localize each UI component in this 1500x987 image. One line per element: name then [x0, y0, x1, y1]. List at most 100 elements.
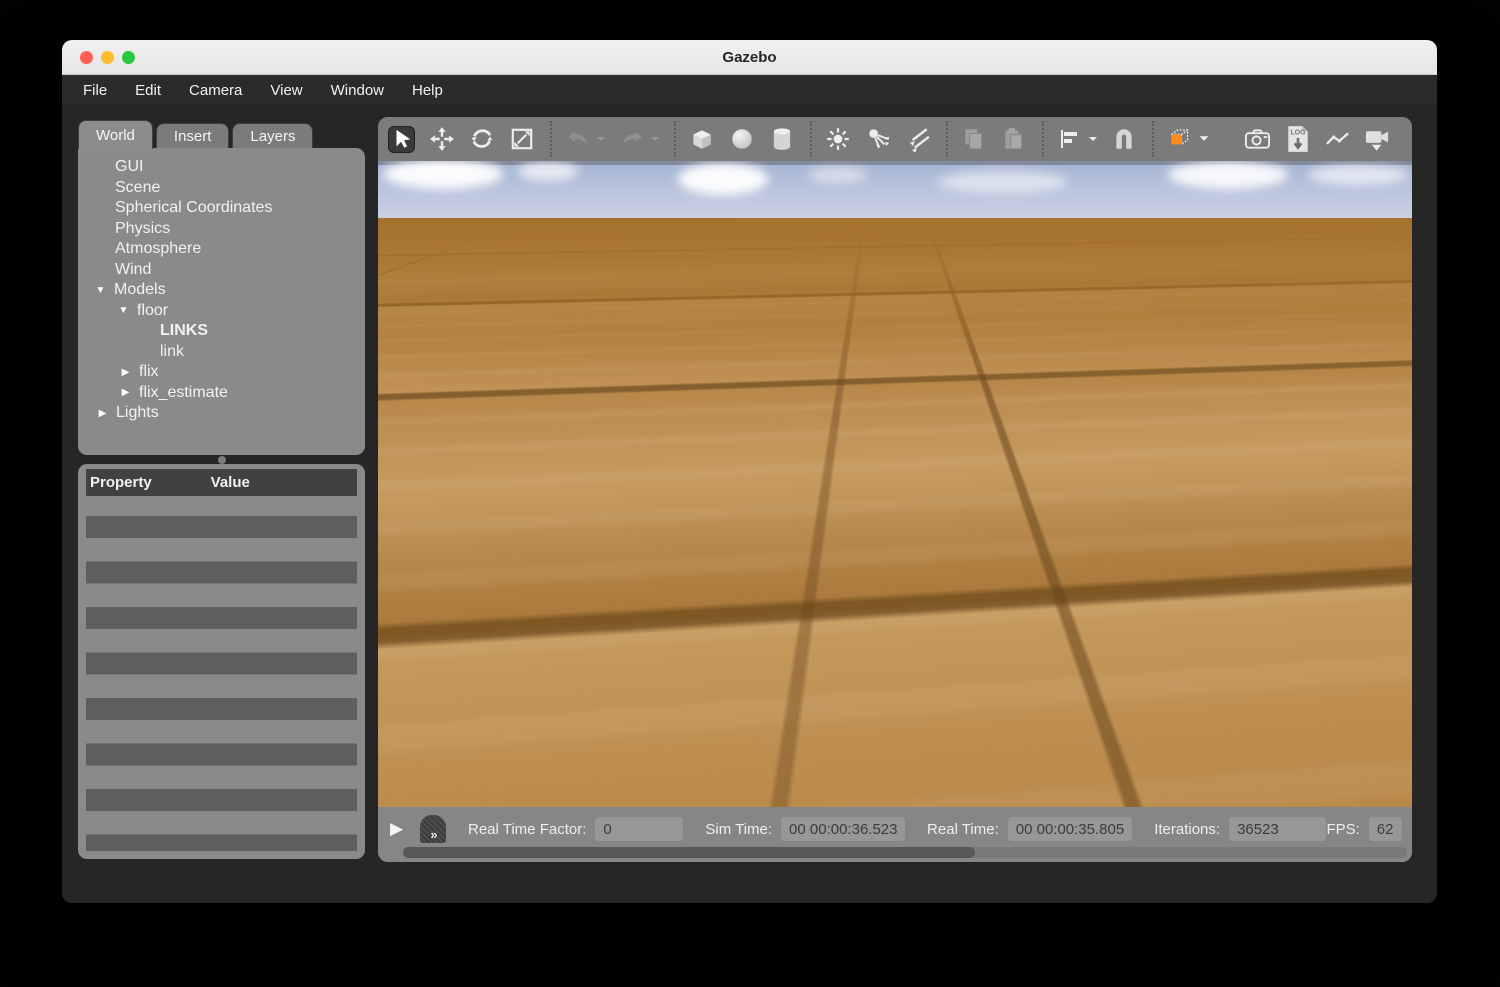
plot-button[interactable]: [1324, 126, 1351, 153]
paste-button[interactable]: [1000, 126, 1027, 153]
tree-item-lights[interactable]: ▶Lights: [78, 403, 365, 424]
video-record-button[interactable]: [1364, 126, 1391, 153]
menu-view[interactable]: View: [270, 82, 302, 99]
property-table-rows[interactable]: [86, 500, 357, 851]
property-column-header: Property: [86, 474, 211, 491]
copy-icon: [961, 126, 987, 152]
render-view[interactable]: [378, 161, 1412, 807]
magnet-icon: [1111, 126, 1137, 152]
log-record-button[interactable]: LOG: [1284, 126, 1311, 153]
caret-right-icon[interactable]: ▶: [95, 408, 110, 419]
translate-tool-button[interactable]: [428, 126, 455, 153]
align-button[interactable]: [1056, 126, 1083, 153]
menu-edit[interactable]: Edit: [135, 82, 161, 99]
cloud: [518, 161, 578, 181]
tree-item-spherical-coordinates[interactable]: Spherical Coordinates: [78, 198, 365, 219]
view-angle-dropdown[interactable]: [1198, 130, 1210, 148]
directional-light-icon: [905, 126, 931, 152]
redo-icon: [619, 126, 645, 152]
toolbar-separator: [550, 121, 552, 157]
sim-time-value: 00 00:00:36.523: [781, 817, 905, 841]
toolbar-separator: [946, 121, 948, 157]
tree-item-flix-estimate[interactable]: ▶flix_estimate: [78, 383, 365, 404]
tree-item-wind[interactable]: Wind: [78, 260, 365, 281]
select-tool-button[interactable]: [388, 126, 415, 153]
fps-label: FPS:: [1326, 821, 1359, 838]
caret-right-icon[interactable]: ▶: [118, 367, 133, 378]
menu-camera[interactable]: Camera: [189, 82, 242, 99]
caret-down-icon[interactable]: ▼: [116, 305, 131, 316]
tab-insert[interactable]: Insert: [156, 123, 230, 149]
menu-file[interactable]: File: [83, 82, 107, 99]
menu-help[interactable]: Help: [412, 82, 443, 99]
camera-icon: [1244, 126, 1271, 152]
undo-button[interactable]: [564, 126, 591, 153]
directional-light-button[interactable]: [904, 126, 931, 153]
spot-light-button[interactable]: [864, 126, 891, 153]
caret-right-icon[interactable]: ▶: [118, 387, 133, 398]
cloud: [678, 163, 768, 195]
insert-box-button[interactable]: [688, 126, 715, 153]
tab-world[interactable]: World: [78, 120, 153, 149]
tree-item-models[interactable]: ▼Models: [78, 280, 365, 301]
insert-sphere-button[interactable]: [728, 126, 755, 153]
tree-item-flix[interactable]: ▶flix: [78, 362, 365, 383]
plot-icon: [1324, 127, 1351, 151]
title-bar[interactable]: Gazebo: [62, 40, 1437, 75]
log-file-icon: LOG: [1286, 125, 1310, 153]
tree-item-gui[interactable]: GUI: [78, 157, 365, 178]
cloud: [1308, 165, 1408, 185]
insert-cylinder-button[interactable]: [768, 126, 795, 153]
horizon-haze: [378, 218, 1412, 388]
step-button[interactable]: »: [420, 815, 446, 843]
menu-bar: File Edit Camera View Window Help: [62, 75, 1437, 105]
iterations-value: 36523: [1229, 817, 1326, 841]
screenshot-button[interactable]: [1244, 126, 1271, 153]
minimize-button[interactable]: [101, 51, 114, 64]
caret-down-icon: [650, 135, 660, 143]
view-angle-button[interactable]: [1166, 126, 1193, 153]
real-time-factor-value: 0: [595, 817, 683, 841]
scale-tool-button[interactable]: [508, 126, 535, 153]
real-time-value: 00 00:00:35.805: [1008, 817, 1132, 841]
rotate-icon: [469, 126, 495, 152]
scrollbar-thumb[interactable]: [403, 847, 975, 858]
toolbar-separator: [810, 121, 812, 157]
toolbar-separator: [1152, 121, 1154, 157]
panel-splitter[interactable]: [78, 455, 365, 464]
tree-item-floor[interactable]: ▼floor: [78, 301, 365, 322]
view-cube-icon: [1166, 125, 1193, 153]
cursor-icon: [391, 128, 413, 150]
close-button[interactable]: [80, 51, 93, 64]
cloud: [808, 167, 868, 183]
gazebo-window: Gazebo File Edit Camera View Window Help…: [62, 40, 1437, 903]
toolbar-separator: [674, 121, 676, 157]
align-dropdown[interactable]: [1088, 130, 1100, 148]
caret-down-icon: [1088, 135, 1098, 143]
simulation-status-bar: ▶ » Real Time Factor: 0 Sim Time: 00 00:…: [378, 807, 1412, 862]
snap-button[interactable]: [1110, 126, 1137, 153]
zoom-button[interactable]: [122, 51, 135, 64]
play-button[interactable]: ▶: [390, 819, 406, 839]
quadcopter-model[interactable]: [790, 430, 1050, 560]
left-panel: World Insert Layers GUI Scene Spherical …: [78, 120, 365, 859]
copy-button[interactable]: [960, 126, 987, 153]
tree-item-link[interactable]: link: [78, 342, 365, 363]
undo-history-dropdown[interactable]: [596, 130, 608, 148]
tree-item-scene[interactable]: Scene: [78, 178, 365, 199]
redo-history-dropdown[interactable]: [650, 130, 662, 148]
tab-layers[interactable]: Layers: [232, 123, 313, 149]
point-light-button[interactable]: [824, 126, 851, 153]
viewport-region: LOG: [378, 117, 1412, 862]
tree-item-physics[interactable]: Physics: [78, 219, 365, 240]
paste-icon: [1001, 126, 1027, 152]
menu-window[interactable]: Window: [331, 82, 384, 99]
motor-cap: [955, 460, 964, 464]
caret-down-icon[interactable]: ▼: [93, 285, 108, 296]
rotate-tool-button[interactable]: [468, 126, 495, 153]
toolbar-separator: [1042, 121, 1044, 157]
tree-item-atmosphere[interactable]: Atmosphere: [78, 239, 365, 260]
tree-item-links[interactable]: LINKS: [78, 321, 365, 342]
redo-button[interactable]: [618, 126, 645, 153]
horizontal-scrollbar[interactable]: [403, 847, 1407, 858]
